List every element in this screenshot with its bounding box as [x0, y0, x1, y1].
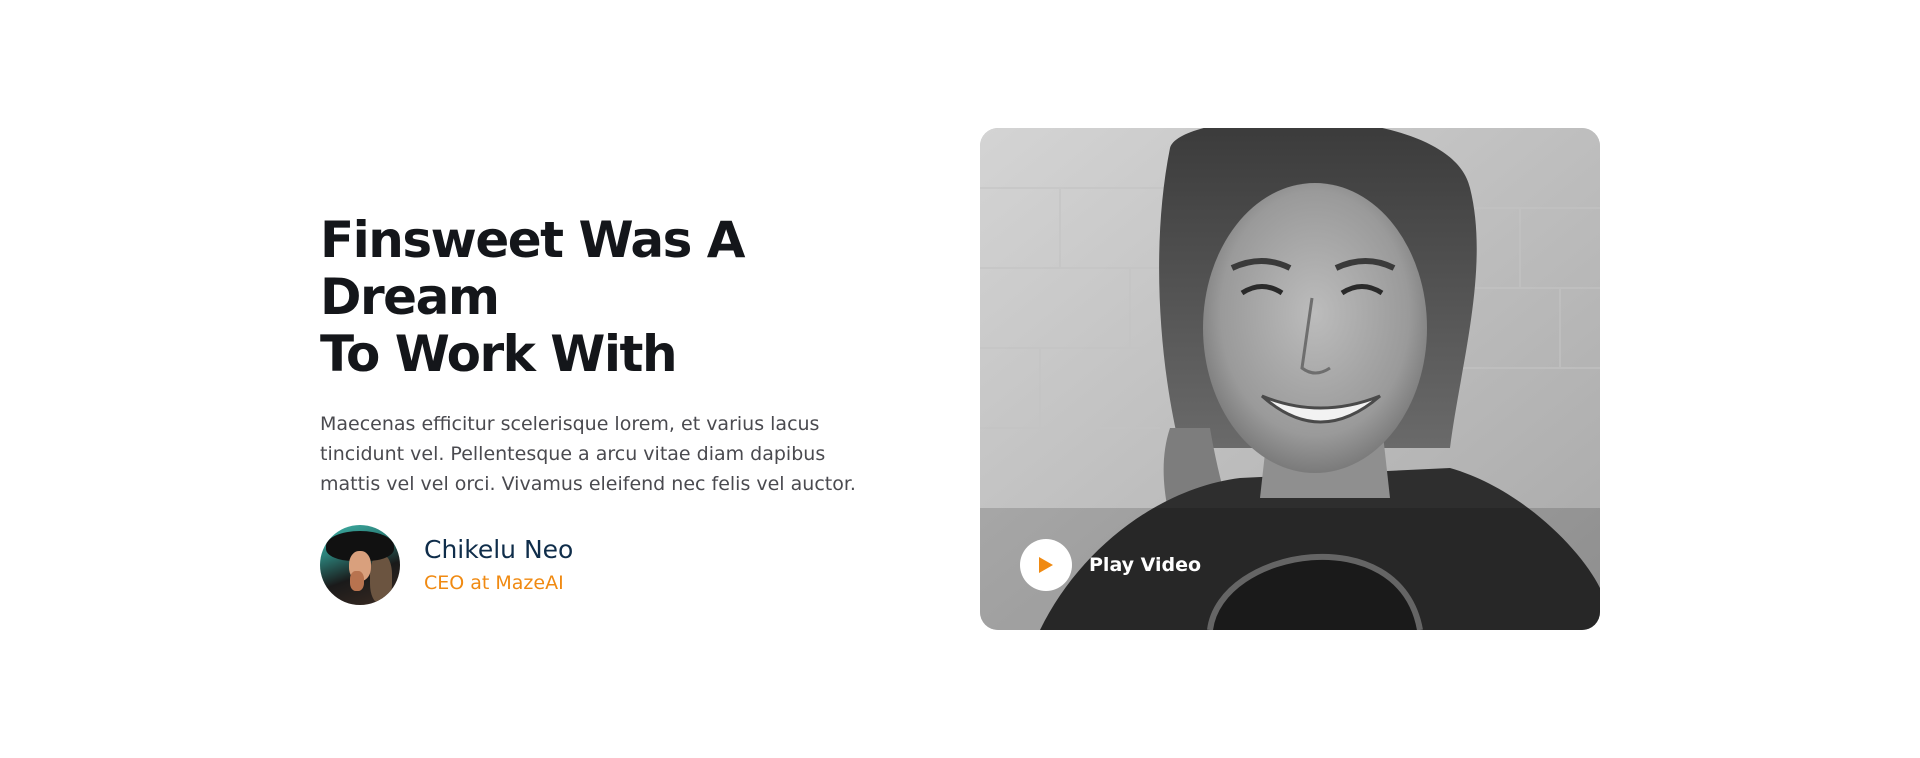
video-thumbnail[interactable]: Play Video	[980, 128, 1600, 630]
play-video-button[interactable]: Play Video	[1020, 539, 1201, 591]
play-video-label[interactable]: Play Video	[1089, 554, 1201, 576]
testimonial-text-column: Finsweet Was A Dream To Work With Maecen…	[320, 212, 900, 605]
play-icon	[1039, 557, 1053, 573]
author-info: Chikelu Neo CEO at MazeAI	[424, 534, 573, 596]
avatar	[320, 525, 400, 605]
author-block: Chikelu Neo CEO at MazeAI	[320, 525, 900, 605]
author-role: CEO at MazeAI	[424, 572, 564, 594]
testimonial-headline: Finsweet Was A Dream To Work With	[320, 211, 745, 383]
testimonial-body: Maecenas efficitur scelerisque lorem, et…	[320, 413, 856, 495]
author-name: Chikelu Neo	[424, 535, 574, 564]
play-button-circle[interactable]	[1020, 539, 1072, 591]
testimonial-section: Finsweet Was A Dream To Work With Maecen…	[0, 0, 1920, 758]
